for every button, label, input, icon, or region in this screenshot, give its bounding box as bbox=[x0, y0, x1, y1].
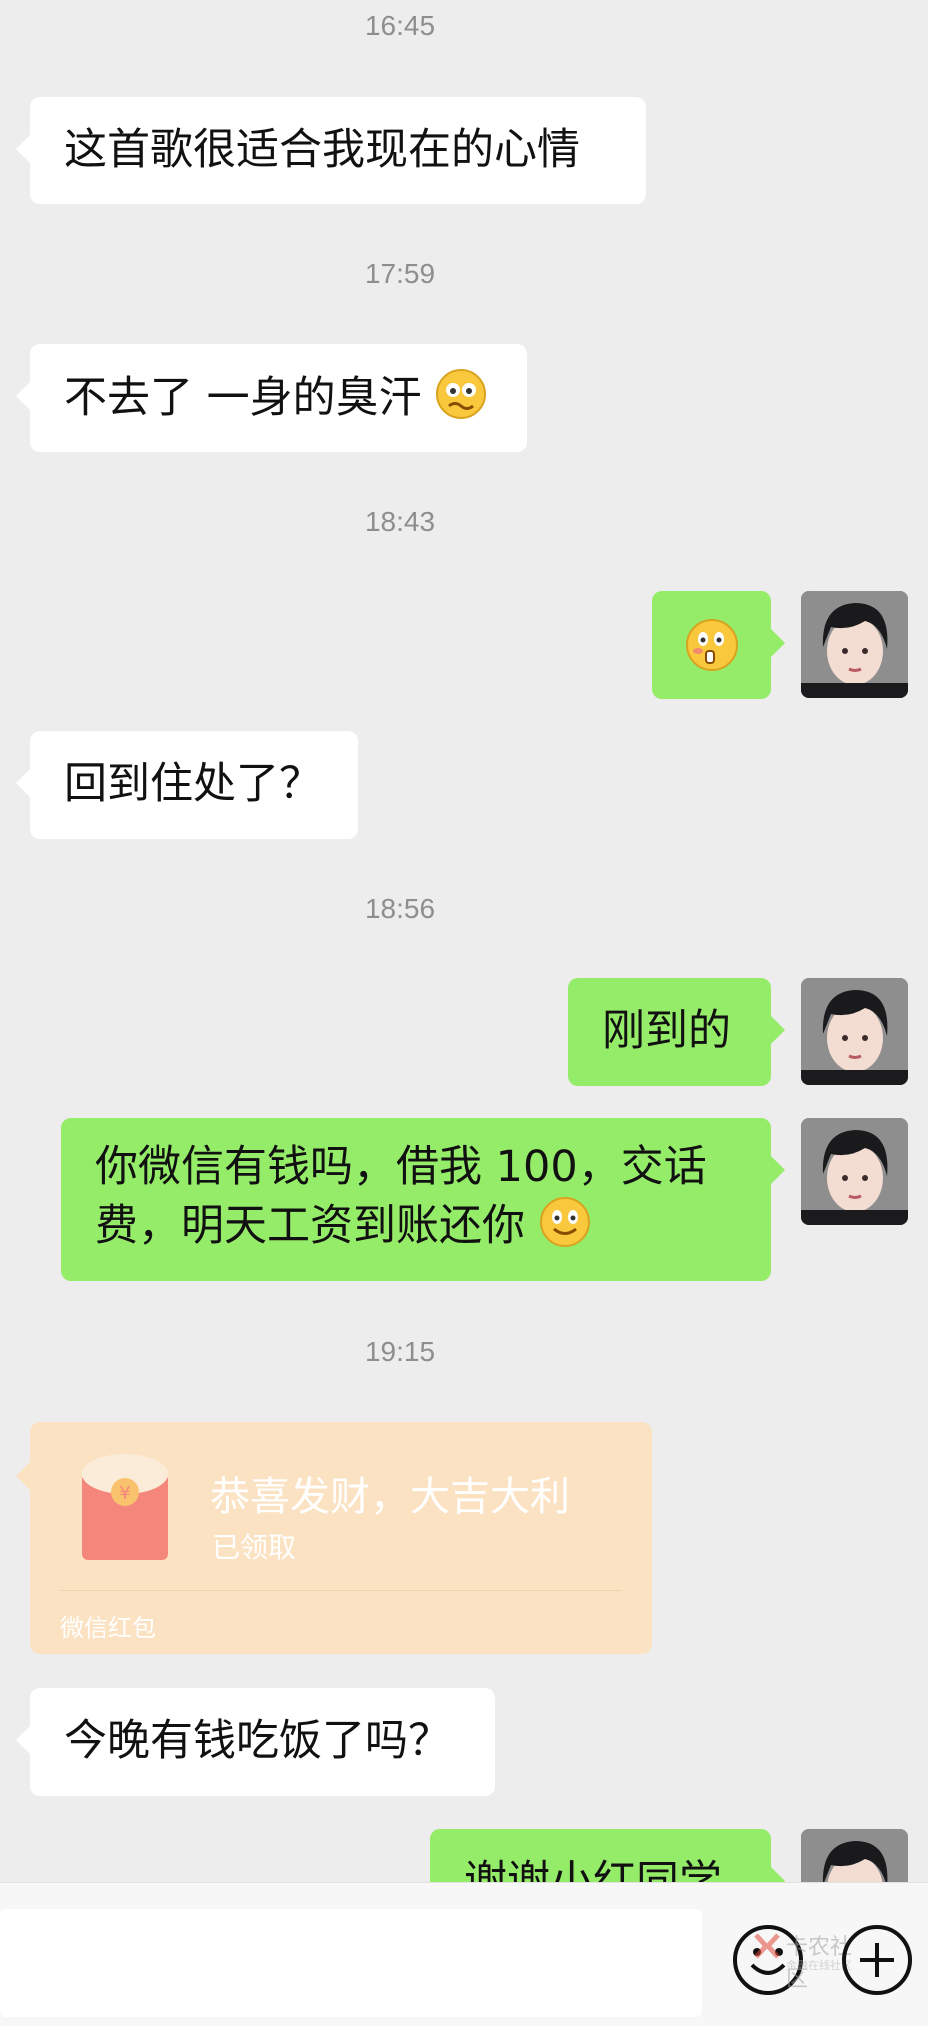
received-message[interactable]: 今晚有钱吃饭了吗？ bbox=[16, 1688, 495, 1796]
received-message[interactable]: 不去了 一身的臭汗 bbox=[16, 344, 527, 452]
sent-message[interactable]: 你微信有钱吗，借我 100，交话 费，明天工资到账还你 bbox=[61, 1118, 785, 1281]
message-text: 这首歌很适合我现在的心情 bbox=[64, 125, 580, 175]
red-packet-card[interactable]: ¥ 恭喜发财，大吉大利 已领取 微信红包 bbox=[16, 1422, 652, 1654]
message-text: 回到住处了？ bbox=[64, 759, 322, 809]
envelope-symbol: ¥ bbox=[119, 1483, 130, 1504]
timestamp: 17:59 bbox=[364, 258, 436, 289]
red-packet-title: 恭喜发财，大吉大利 bbox=[210, 1474, 570, 1520]
message-text: 不去了 一身的臭汗 bbox=[64, 373, 422, 423]
plus-icon bbox=[860, 1943, 894, 1977]
sent-message[interactable] bbox=[652, 591, 785, 699]
worried-face-emoji-icon bbox=[436, 369, 487, 419]
avatar[interactable] bbox=[801, 1118, 908, 1225]
timestamp: 18:56 bbox=[364, 893, 436, 924]
timestamp: 16:45 bbox=[364, 10, 436, 41]
input-toolbar: 卡农社区 金融在线社区 bbox=[0, 1882, 928, 2026]
message-text-line: 你微信有钱吗，借我 100，交话 bbox=[95, 1142, 707, 1192]
avatar[interactable] bbox=[801, 591, 908, 698]
sent-message[interactable]: 刚到的 bbox=[568, 978, 785, 1086]
message-text-line: 费，明天工资到账还你 bbox=[95, 1201, 525, 1251]
avatar-portrait bbox=[801, 591, 908, 698]
watermark-logo-icon bbox=[754, 1933, 780, 1959]
message-text: 刚到的 bbox=[602, 1006, 731, 1056]
avatar[interactable] bbox=[801, 978, 908, 1085]
received-message[interactable]: 回到住处了？ bbox=[16, 731, 358, 839]
avatar-portrait bbox=[801, 978, 908, 1085]
timestamp: 19:15 bbox=[364, 1336, 436, 1367]
blushing-face-emoji-icon bbox=[686, 619, 738, 671]
plus-button[interactable] bbox=[842, 1925, 912, 1995]
avatar-portrait bbox=[801, 1118, 908, 1225]
red-packet-footer: 微信红包 bbox=[60, 1614, 156, 1642]
divider bbox=[60, 1590, 622, 1591]
smile-emoji-icon bbox=[539, 1197, 590, 1247]
received-message[interactable]: 这首歌很适合我现在的心情 bbox=[16, 97, 646, 204]
message-input[interactable] bbox=[0, 1909, 702, 2017]
red-packet-status: 已领取 bbox=[212, 1531, 297, 1564]
red-envelope-icon: ¥ bbox=[82, 1454, 168, 1560]
message-text: 今晚有钱吃饭了吗？ bbox=[64, 1716, 451, 1766]
timestamp: 18:43 bbox=[364, 506, 436, 537]
